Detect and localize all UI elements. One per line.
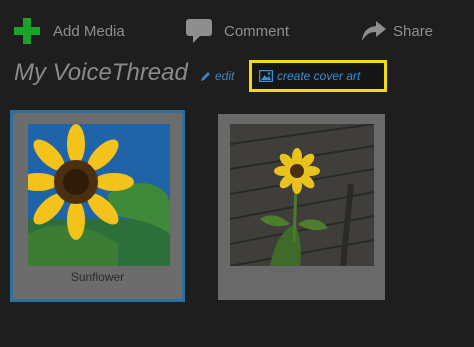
title-row: My VoiceThread edit create cover art: [14, 58, 474, 92]
slide-card-sunflower[interactable]: Sunflower: [10, 110, 185, 302]
sunflower-deck-image: [230, 124, 374, 266]
share-button[interactable]: Share: [361, 18, 433, 44]
comment-label: Comment: [224, 22, 290, 40]
plus-icon: [14, 18, 40, 44]
page-title: My VoiceThread: [14, 59, 188, 86]
slide-thumbnail: [230, 124, 374, 266]
add-media-button[interactable]: Add Media: [14, 18, 125, 44]
share-arrow-icon: [362, 21, 386, 41]
add-media-label: Add Media: [53, 22, 125, 40]
image-icon: [259, 70, 273, 82]
speech-bubble-icon: [186, 19, 212, 43]
slide-caption: Sunflower: [70, 270, 125, 284]
sunflower-image: [28, 124, 170, 266]
toolbar: Add Media Comment Share: [0, 0, 474, 60]
create-cover-art-label: create cover art: [277, 69, 361, 83]
pencil-icon: [201, 72, 210, 81]
share-label: Share: [393, 22, 434, 40]
comment-button[interactable]: Comment: [186, 18, 289, 44]
slide-thumbnail: [28, 124, 170, 266]
create-cover-art-button[interactable]: create cover art: [249, 60, 387, 92]
edit-title-link[interactable]: edit: [200, 69, 234, 83]
edit-label: edit: [215, 69, 235, 83]
slide-card-2[interactable]: [218, 114, 385, 300]
